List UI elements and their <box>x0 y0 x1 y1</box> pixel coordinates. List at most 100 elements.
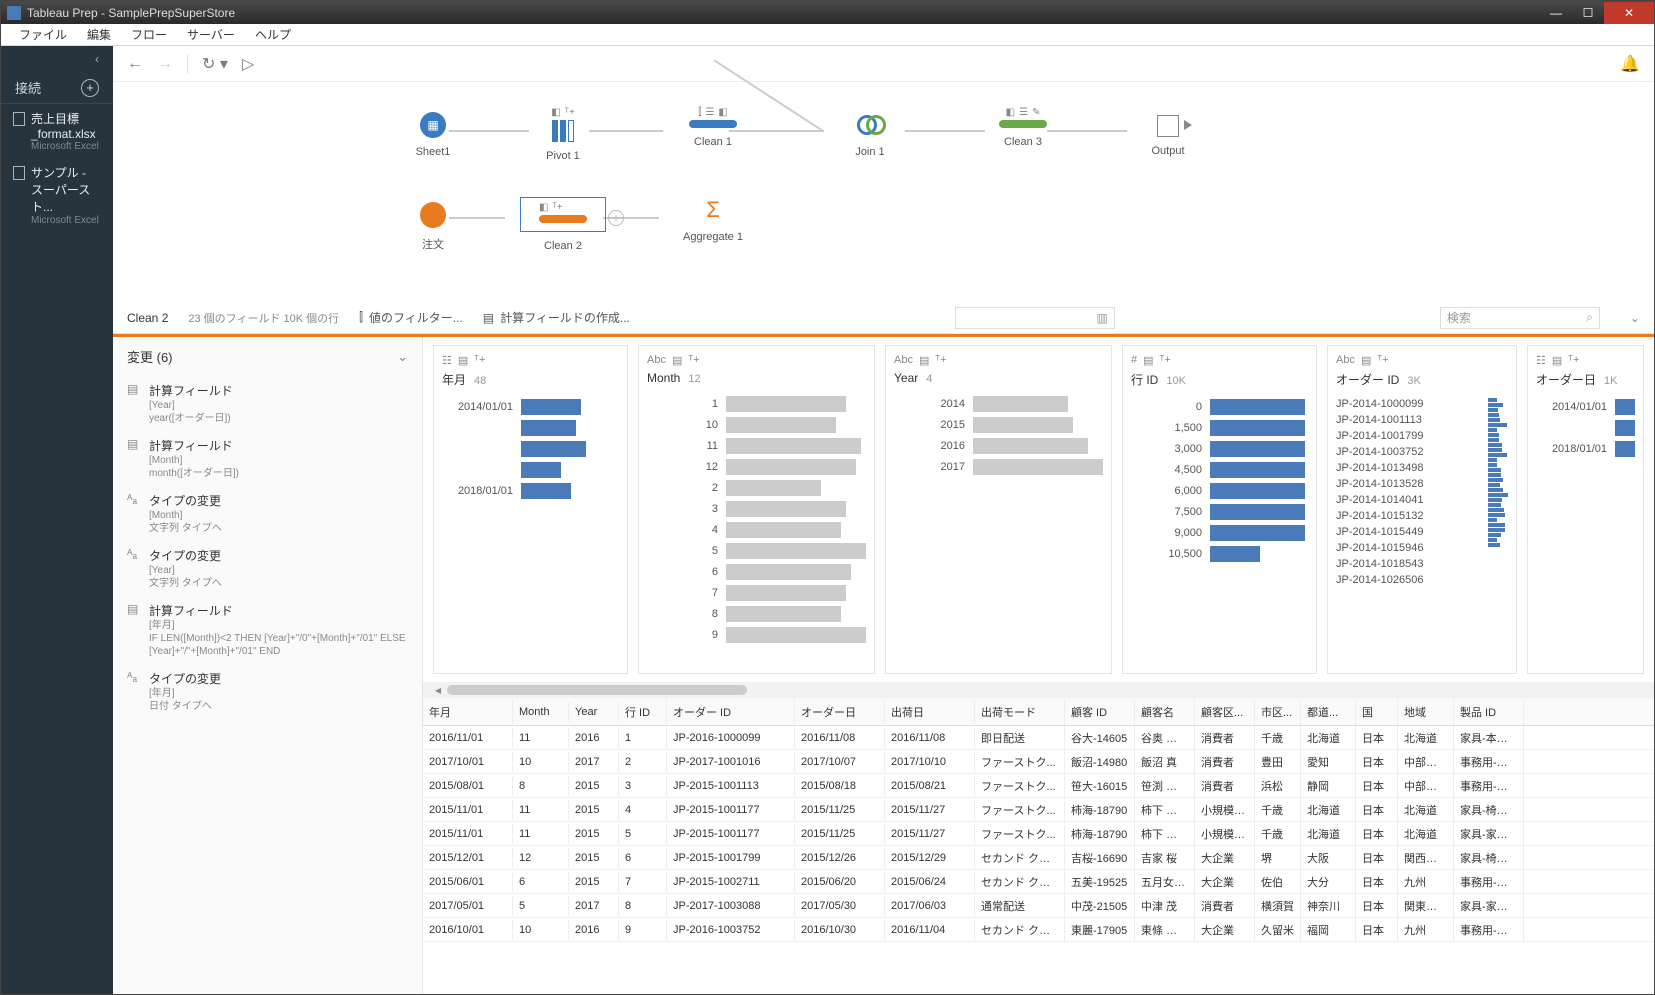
field-options-icon[interactable]: ᵀ+ <box>1160 354 1171 367</box>
table-row[interactable]: 2017/05/01520178JP-2017-10030882017/05/3… <box>423 894 1654 918</box>
node-aggregate1[interactable]: Σ Aggregate 1 <box>658 197 768 243</box>
step-name: Clean 2 <box>127 311 168 325</box>
node-join1[interactable]: Join 1 <box>815 112 925 158</box>
table-row[interactable]: 2015/11/011120154JP-2015-10011772015/11/… <box>423 798 1654 822</box>
menu-file[interactable]: ファイル <box>9 24 77 45</box>
field-menu-icon[interactable]: ▤ <box>1143 354 1153 367</box>
table-row[interactable]: 2015/06/01620157JP-2015-10027112015/06/2… <box>423 870 1654 894</box>
node-order[interactable]: 注文 <box>378 202 488 252</box>
field-options-icon[interactable]: ᵀ+ <box>474 354 485 367</box>
run-flow-icon[interactable]: ▷ <box>242 54 254 74</box>
column-header[interactable]: 顧客区... <box>1195 700 1255 724</box>
column-header[interactable]: Month <box>513 702 569 722</box>
back-icon[interactable]: ← <box>127 55 143 73</box>
field-menu-icon[interactable]: ▤ <box>919 354 929 367</box>
maximize-button[interactable]: ☐ <box>1572 2 1604 24</box>
node-pivot1[interactable]: ◧ᵀ+ Pivot 1 <box>508 107 618 162</box>
flow-toolbar: ← → ↻ ▾ ▷ 🔔 <box>113 46 1654 82</box>
connection-file[interactable]: 売上目標_format.xlsx Microsoft Excel <box>1 104 113 158</box>
column-header[interactable]: Year <box>569 702 619 722</box>
table-row[interactable]: 2015/11/011120155JP-2015-10011772015/11/… <box>423 822 1654 846</box>
node-sheet1[interactable]: ▦ Sheet1 <box>378 112 488 158</box>
table-row[interactable]: 2016/11/011120161JP-2016-10000992016/11/… <box>423 726 1654 750</box>
column-header[interactable]: オーダー日 <box>795 700 885 724</box>
node-badges: ◧ᵀ+ <box>539 202 587 213</box>
column-header[interactable]: 出荷日 <box>885 700 975 724</box>
field-options-icon[interactable]: ᵀ+ <box>1568 354 1579 367</box>
change-item[interactable]: ▤計算フィールド[Month]month([オーダー日]) <box>113 431 422 486</box>
table-row[interactable]: 2015/12/011220156JP-2015-10017992015/12/… <box>423 846 1654 870</box>
column-header[interactable]: 出荷モード <box>975 700 1065 724</box>
node-clean1[interactable]: ⫿☰◧ Clean 1 <box>658 107 768 148</box>
column-header[interactable]: オーダー ID <box>667 700 795 724</box>
field-menu-icon[interactable]: ▤ <box>1552 354 1562 367</box>
menu-flow[interactable]: フロー <box>121 24 177 45</box>
column-header[interactable]: 行 ID <box>619 700 667 724</box>
profile-card[interactable]: ☷▤ᵀ+年月482014/01/012018/01/01 <box>433 345 628 674</box>
node-output[interactable]: Output <box>1113 115 1223 157</box>
search-input[interactable]: ▥ <box>955 307 1115 329</box>
forward-icon[interactable]: → <box>157 55 173 73</box>
titlebar: Tableau Prep - SamplePrepSuperStore — ☐ … <box>1 1 1654 24</box>
change-item[interactable]: ▤計算フィールド[Year]year([オーダー日]) <box>113 376 422 431</box>
collapse-sidebar-icon[interactable]: ‹ <box>95 52 99 66</box>
node-badges: ◧☰✎ <box>1006 107 1041 118</box>
app-icon <box>7 6 21 20</box>
column-header[interactable]: 市区... <box>1255 700 1301 724</box>
pivot-icon <box>552 120 574 142</box>
add-step-button[interactable]: + <box>608 210 624 226</box>
field-options-icon[interactable]: ᵀ+ <box>935 354 946 367</box>
refresh-icon[interactable]: ↻ ▾ <box>202 54 228 74</box>
table-row[interactable]: 2017/10/011020172JP-2017-10010162017/10/… <box>423 750 1654 774</box>
profile-card[interactable]: #▤ᵀ+行 ID10K01,5003,0004,5006,0007,5009,0… <box>1122 345 1317 674</box>
column-header[interactable]: 年月 <box>423 700 513 724</box>
menu-help[interactable]: ヘルプ <box>245 24 301 45</box>
connection-file[interactable]: サンプル - スーパースト... Microsoft Excel <box>1 158 113 232</box>
change-type-icon: ᴬₐ <box>127 670 141 684</box>
profile-card[interactable]: ☷▤ᵀ+オーダー日1K2014/01/012018/01/01 <box>1527 345 1644 674</box>
search-input[interactable]: 検索 ⌕ <box>1440 307 1600 329</box>
search-icon: ⌕ <box>1586 310 1593 325</box>
field-menu-icon[interactable]: ▤ <box>458 354 468 367</box>
filter-values-button[interactable]: ⫿値のフィルター... <box>359 309 463 326</box>
column-header[interactable]: 地域 <box>1398 700 1454 724</box>
change-item[interactable]: ᴬₐタイプの変更[年月]日付 タイプへ <box>113 664 422 719</box>
calc-icon: ▤ <box>483 311 494 325</box>
column-header[interactable]: 製品 ID <box>1454 700 1524 724</box>
chevron-down-icon[interactable]: ⌄ <box>397 349 408 365</box>
column-header[interactable]: 顧客 ID <box>1065 700 1135 724</box>
column-header[interactable]: 国 <box>1356 700 1398 724</box>
menu-server[interactable]: サーバー <box>177 24 245 45</box>
horizontal-scrollbar[interactable]: ◂ <box>423 682 1654 698</box>
data-grid: 年月MonthYear行 IDオーダー IDオーダー日出荷日出荷モード顧客 ID… <box>423 698 1654 994</box>
minimize-button[interactable]: — <box>1540 2 1572 24</box>
close-button[interactable]: ✕ <box>1604 2 1654 24</box>
datasource-icon <box>420 202 446 228</box>
column-header[interactable]: 都道... <box>1301 700 1356 724</box>
layout-icon[interactable]: ▥ <box>1097 311 1108 325</box>
profile-card[interactable]: Abc▤ᵀ+Month12110111223456789 <box>638 345 875 674</box>
change-item[interactable]: ᴬₐタイプの変更[Month]文字列 タイプへ <box>113 486 422 541</box>
menu-edit[interactable]: 編集 <box>77 24 121 45</box>
alerts-icon[interactable]: 🔔 <box>1620 54 1640 74</box>
change-item[interactable]: ▤計算フィールド[年月]IF LEN([Month])<2 THEN [Year… <box>113 596 422 664</box>
change-item[interactable]: ᴬₐタイプの変更[Year]文字列 タイプへ <box>113 541 422 596</box>
table-row[interactable]: 2015/08/01820153JP-2015-10011132015/08/1… <box>423 774 1654 798</box>
field-options-icon[interactable]: ᵀ+ <box>688 354 699 367</box>
type-icon: Abc <box>647 354 666 367</box>
field-options-icon[interactable]: ᵀ+ <box>1377 354 1388 367</box>
clean-icon <box>539 215 587 223</box>
node-clean3[interactable]: ◧☰✎ Clean 3 <box>968 107 1078 148</box>
expand-icon[interactable]: ⌄ <box>1630 311 1640 325</box>
add-connection-button[interactable]: + <box>81 79 99 97</box>
flow-canvas[interactable]: ▦ Sheet1 ◧ᵀ+ Pivot 1 ⫿☰◧ Clean 1 Join 1 … <box>113 82 1654 302</box>
column-header[interactable]: 顧客名 <box>1135 700 1195 724</box>
profile-card[interactable]: Abc▤ᵀ+Year42014201520162017 <box>885 345 1112 674</box>
window-title: Tableau Prep - SamplePrepSuperStore <box>27 6 235 20</box>
create-calc-field-button[interactable]: ▤計算フィールドの作成... <box>483 309 630 326</box>
field-menu-icon[interactable]: ▤ <box>672 354 682 367</box>
node-clean2[interactable]: ◧ᵀ+ Clean 2 <box>508 197 618 252</box>
field-menu-icon[interactable]: ▤ <box>1361 354 1371 367</box>
table-row[interactable]: 2016/10/011020169JP-2016-10037522016/10/… <box>423 918 1654 942</box>
profile-card[interactable]: Abc▤ᵀ+オーダー ID3KJP-2014-1000099JP-2014-10… <box>1327 345 1517 674</box>
